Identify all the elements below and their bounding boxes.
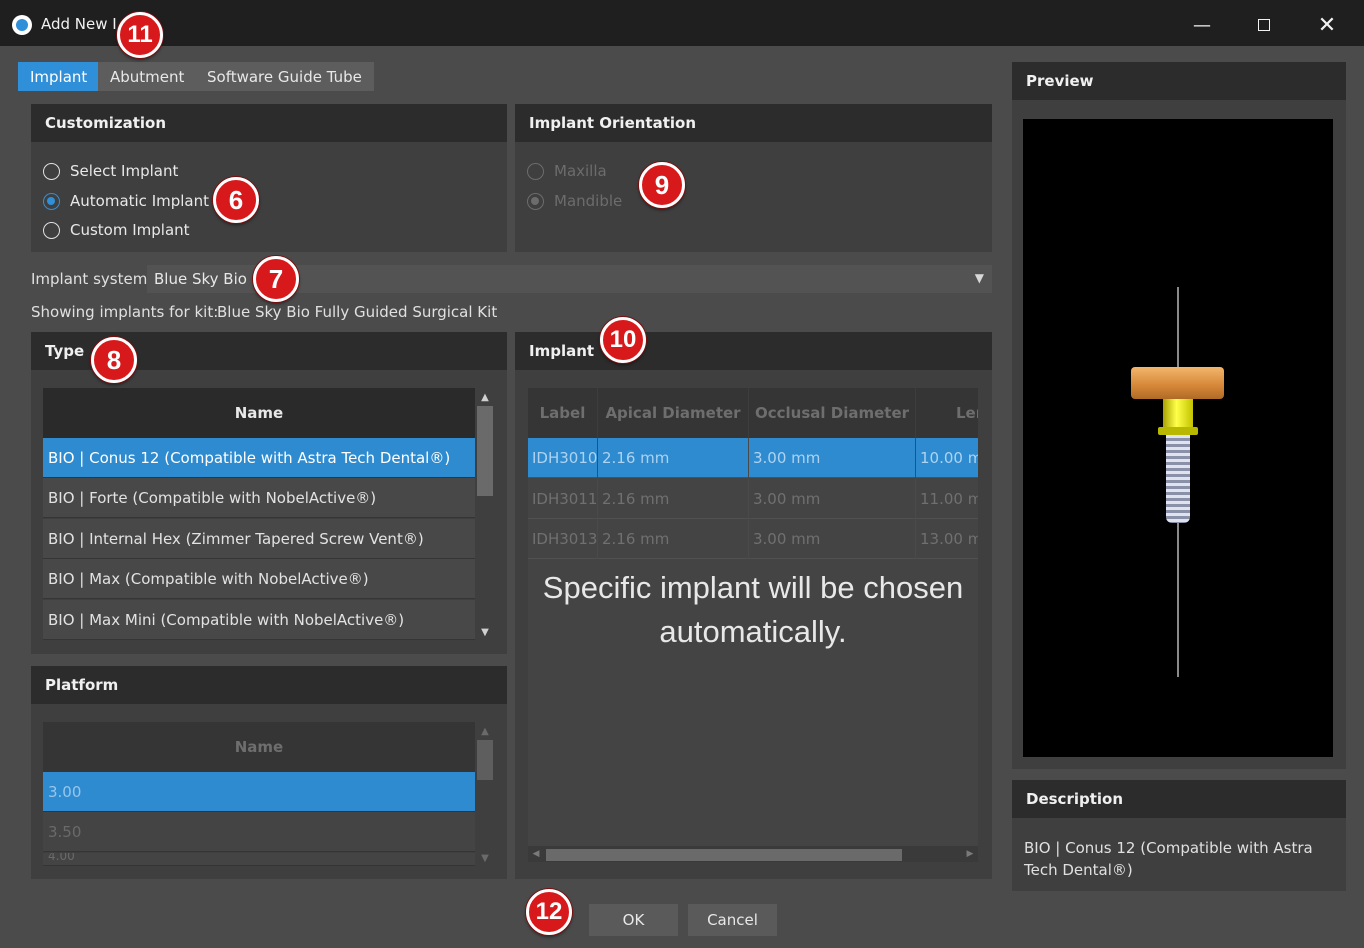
callout-badge: 11 [117,12,163,58]
scroll-right-icon[interactable]: ▶ [964,847,976,861]
callout-badge: 7 [253,256,299,302]
cell-apical: 2.16 mm [598,479,749,519]
radio-custom-implant[interactable]: Custom Implant [43,221,190,239]
orientation-panel: Implant Orientation Maxilla Mandible [515,104,992,252]
implant-row[interactable]: IDH3010 2.16 mm 3.00 mm 10.00 mm [528,438,978,478]
cell-length: 11.00 mm [916,479,978,519]
radio-circle[interactable] [43,162,60,180]
radio-circle[interactable] [527,162,544,180]
radio-label: Maxilla [554,162,607,180]
platform-row[interactable]: 4.00 [43,853,475,866]
implant-thread-model [1166,435,1190,523]
type-row[interactable]: BIO | Forte (Compatible with NobelActive… [43,478,475,518]
chevron-down-icon: ▼ [974,271,984,285]
app-logo-icon [12,15,32,35]
type-scroll-thumb[interactable] [477,406,493,496]
implant-platform-model [1158,427,1198,435]
tab-abutment[interactable]: Abutment [98,62,197,91]
scroll-down-icon[interactable]: ▼ [476,851,494,865]
cell-label: IDH3010 [528,438,598,478]
column-header-occlusal-diameter[interactable]: Occlusal Diameter [749,388,916,438]
implant-system-label: Implant system: [31,270,153,288]
cell-occlusal: 3.00 mm [749,438,916,478]
preview-panel: Preview [1012,62,1346,769]
callout-badge: 8 [91,337,137,383]
implant-row[interactable]: IDH3013 2.16 mm 3.00 mm 13.00 mm [528,519,978,559]
platform-row[interactable]: 3.50 [43,812,475,852]
type-row[interactable]: BIO | Internal Hex (Zimmer Tapered Screw… [43,519,475,559]
ok-button[interactable]: OK [589,904,678,936]
maximize-icon [1258,19,1270,31]
cell-occlusal: 3.00 mm [749,479,916,519]
tab-implant[interactable]: Implant [18,62,100,91]
implant-collar-model [1131,367,1224,399]
scroll-left-icon[interactable]: ◀ [530,847,542,861]
tab-software-guide-tube[interactable]: Software Guide Tube [195,62,374,91]
platform-panel: Platform Name 3.00 3.50 4.00 ▲ ▼ [31,666,507,879]
preview-viewport[interactable] [1023,119,1333,757]
close-button[interactable]: ✕ [1297,8,1357,42]
type-row[interactable]: BIO | Max Mini (Compatible with NobelAct… [43,600,475,640]
cell-label: IDH3011 [528,479,598,519]
radio-label: Automatic Implant [70,192,209,210]
platform-scroll-thumb[interactable] [477,740,493,780]
kit-value: Blue Sky Bio Fully Guided Surgical Kit [217,303,498,321]
callout-badge: 9 [639,162,685,208]
cell-label: IDH3013 [528,519,598,559]
cell-length: 13.00 mm [916,519,978,559]
auto-selection-message: Specific implant will be chosen automati… [542,570,964,649]
callout-badge: 10 [600,317,646,363]
radio-label: Mandible [554,192,623,210]
implant-grid: Label Apical Diameter Occlusal Diameter … [528,388,978,846]
kit-label: Showing implants for kit: [31,303,219,321]
customization-panel: Customization Select Implant Automatic I… [31,104,507,252]
cancel-button[interactable]: Cancel [688,904,777,936]
column-header-length[interactable]: Len [916,388,978,438]
platform-name-column-header[interactable]: Name [43,722,475,772]
radio-automatic-implant[interactable]: Automatic Implant [43,192,209,210]
description-text: BIO | Conus 12 (Compatible with Astra Te… [1024,839,1313,879]
cell-apical: 2.16 mm [598,438,749,478]
column-header-apical-diameter[interactable]: Apical Diameter [598,388,749,438]
radio-mandible[interactable]: Mandible [527,192,622,210]
radio-circle[interactable] [43,221,60,239]
implant-system-value: Blue Sky Bio [154,270,247,288]
callout-badge: 6 [213,177,259,223]
cell-length: 10.00 mm [916,438,978,478]
implant-h-scroll-thumb[interactable] [546,849,902,861]
scroll-up-icon[interactable]: ▲ [476,724,494,738]
cell-apical: 2.16 mm [598,519,749,559]
radio-label: Select Implant [70,162,179,180]
radio-circle[interactable] [527,192,544,210]
type-name-column-header[interactable]: Name [43,388,475,438]
implant-grid-header: Label Apical Diameter Occlusal Diameter … [528,388,978,438]
customization-header: Customization [31,104,507,142]
platform-row[interactable]: 3.00 [43,772,475,812]
radio-select-implant[interactable]: Select Implant [43,162,178,180]
column-header-label[interactable]: Label [528,388,598,438]
description-header: Description [1012,780,1346,818]
radio-label: Custom Implant [70,221,190,239]
implant-abutment-model [1163,399,1193,427]
implant-panel: Implant Label Apical Diameter Occlusal D… [515,332,992,879]
scroll-down-icon[interactable]: ▼ [476,625,494,639]
radio-maxilla[interactable]: Maxilla [527,162,607,180]
scroll-up-icon[interactable]: ▲ [476,390,494,404]
description-panel: Description BIO | Conus 12 (Compatible w… [1012,780,1346,891]
cell-occlusal: 3.00 mm [749,519,916,559]
radio-circle[interactable] [43,192,60,210]
window-title: Add New I [41,15,117,33]
type-row[interactable]: BIO | Max (Compatible with NobelActive®) [43,559,475,599]
type-row[interactable]: BIO | Conus 12 (Compatible with Astra Te… [43,438,475,478]
implant-row[interactable]: IDH3011 2.16 mm 3.00 mm 11.00 mm [528,479,978,519]
title-bar [0,0,1364,46]
callout-badge: 12 [526,889,572,935]
orientation-header: Implant Orientation [515,104,992,142]
implant-header: Implant [515,332,992,370]
maximize-button[interactable] [1234,8,1294,42]
minimize-button[interactable]: — [1172,8,1232,42]
preview-header: Preview [1012,62,1346,100]
platform-header: Platform [31,666,507,704]
